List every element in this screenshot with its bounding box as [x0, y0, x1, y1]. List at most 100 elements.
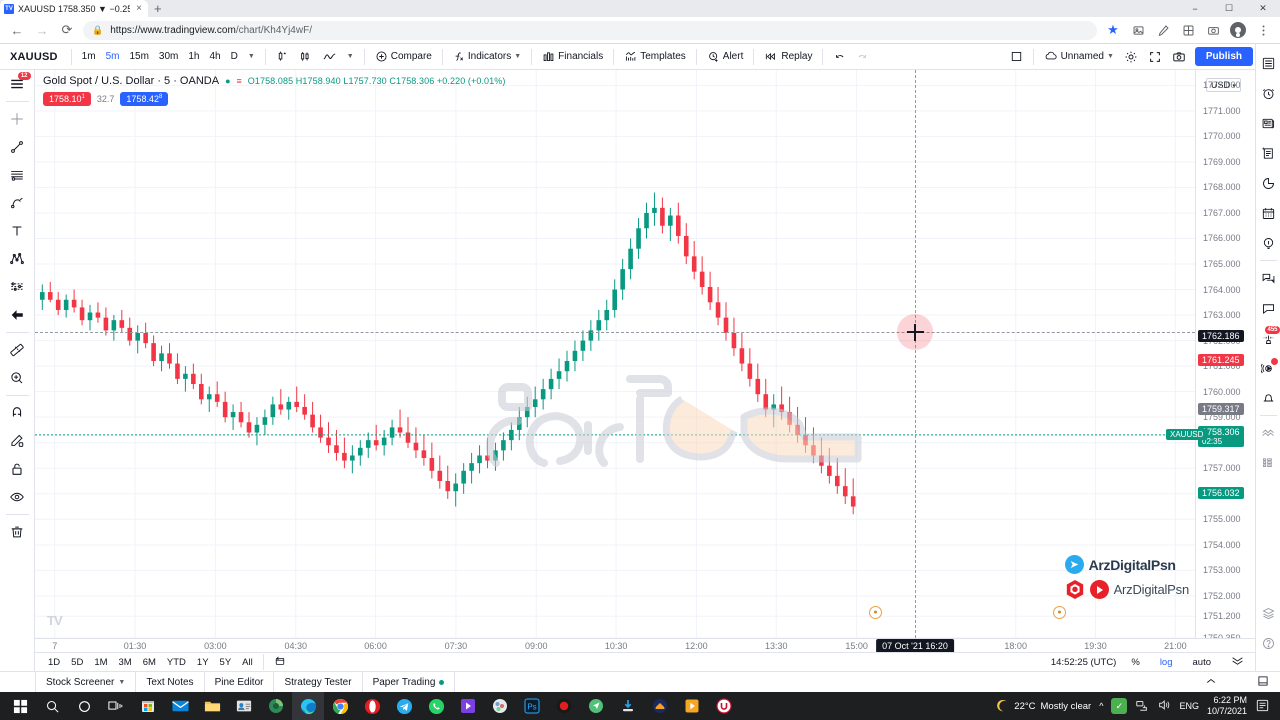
panel-tab-pine-editor[interactable]: Pine Editor	[205, 671, 275, 693]
symbol-search-button[interactable]: XAUUSD	[0, 51, 66, 63]
series-visibility-icon[interactable]: ●	[225, 76, 230, 86]
tray-chevron-up-icon[interactable]: ^	[1099, 701, 1103, 711]
layout-select-icon[interactable]	[1005, 47, 1028, 66]
public-chat-icon[interactable]	[1256, 293, 1280, 323]
text-icon[interactable]	[0, 217, 35, 245]
panel-expand-icon[interactable]	[1252, 673, 1274, 692]
chart-type-bars-icon[interactable]	[294, 47, 317, 66]
collections-icon[interactable]	[1129, 21, 1147, 39]
settings-gear-icon[interactable]	[1119, 47, 1143, 67]
edge-icon[interactable]	[292, 692, 324, 720]
file-explorer-icon[interactable]	[196, 692, 228, 720]
navigator-icon[interactable]	[580, 692, 612, 720]
range-button-ytd[interactable]: YTD	[162, 655, 191, 670]
stream-icon[interactable]	[1256, 353, 1280, 383]
player-icon[interactable]	[676, 692, 708, 720]
alerts-clock-icon[interactable]	[1256, 78, 1280, 108]
notification-icon[interactable]	[1255, 698, 1270, 715]
timeframe-30m[interactable]: 30m	[154, 49, 183, 64]
chart-type-dropdown-button[interactable]: ▼	[342, 50, 359, 63]
data-window-icon[interactable]	[1256, 138, 1280, 168]
pen-icon[interactable]	[1154, 21, 1172, 39]
redo-button[interactable]	[851, 48, 874, 66]
timeframe-1h[interactable]: 1h	[183, 49, 204, 64]
layers-icon[interactable]	[1256, 598, 1280, 628]
indicators-button[interactable]: Indicators ▼	[448, 47, 526, 66]
telegram-icon[interactable]	[388, 692, 420, 720]
price-tag-low[interactable]: 1756.032	[1198, 486, 1244, 499]
range-button-3m[interactable]: 3M	[114, 655, 137, 670]
symbol-description[interactable]: Gold Spot / U.S. Dollar · 5 · OANDA	[43, 75, 219, 87]
back-icon[interactable]: ←	[8, 21, 26, 39]
ideas-bulb-icon[interactable]	[1256, 228, 1280, 258]
time-axis[interactable]: 7 01:30 03:00 04:30 06:00 07:30 09:00 10:30 12:0…	[35, 638, 1255, 653]
range-button-1d[interactable]: 1D	[43, 655, 65, 670]
price-tag-high[interactable]: 1761.245	[1198, 353, 1244, 366]
panel-tab-paper-trading[interactable]: Paper Trading	[363, 671, 456, 693]
minimize-button[interactable]: −	[1178, 0, 1212, 17]
language-indicator[interactable]: ENG	[1179, 701, 1199, 711]
panel-collapse-icon[interactable]	[1200, 674, 1222, 691]
search-icon[interactable]	[36, 692, 68, 720]
percent-scale-button[interactable]: %	[1126, 655, 1144, 670]
bid-price-badge[interactable]: 1758.101	[43, 92, 91, 106]
crosshair-icon[interactable]	[0, 105, 35, 133]
screenshot-camera-icon[interactable]	[1167, 47, 1191, 67]
calendar-icon[interactable]	[1256, 198, 1280, 228]
compare-button[interactable]: Compare	[370, 47, 437, 66]
maximize-button[interactable]: ☐	[1212, 0, 1246, 17]
log-scale-button[interactable]: log	[1155, 655, 1178, 670]
new-tab-button[interactable]: +	[154, 1, 162, 16]
record-icon[interactable]	[548, 692, 580, 720]
scroll-to-realtime-icon[interactable]	[1226, 654, 1249, 671]
cursor-cross-icon[interactable]: 12	[0, 70, 35, 98]
timeframe-4h[interactable]: 4h	[205, 49, 226, 64]
panel-tab-strategy-tester[interactable]: Strategy Tester	[274, 671, 363, 693]
measure-ruler-icon[interactable]	[0, 336, 35, 364]
chart-type-candles-icon[interactable]	[271, 47, 294, 66]
pitchfork-icon[interactable]	[0, 189, 35, 217]
news-icon[interactable]	[1256, 108, 1280, 138]
help-icon[interactable]	[1256, 628, 1280, 658]
fullscreen-icon[interactable]	[1143, 47, 1167, 67]
arrow-left-icon[interactable]	[0, 301, 35, 329]
network-icon[interactable]	[1135, 698, 1149, 714]
whatsapp-icon[interactable]	[420, 692, 452, 720]
publish-button[interactable]: Publish	[1194, 47, 1253, 66]
address-bar[interactable]: 🔒 https://www.tradingview.com/chart/Kh4Y…	[83, 20, 1097, 40]
chart-canvas[interactable]: Gold Spot / U.S. Dollar · 5 · OANDA ● ≡ …	[35, 70, 1195, 638]
mail-icon[interactable]	[164, 692, 196, 720]
economic-event-marker[interactable]: ●	[869, 606, 882, 619]
timeframe-15m[interactable]: 15m	[124, 49, 153, 64]
broadcast-icon[interactable]: 455	[1256, 323, 1280, 353]
range-button-5d[interactable]: 5D	[66, 655, 88, 670]
ask-price-badge[interactable]: 1758.428	[120, 92, 169, 106]
trend-line-icon[interactable]	[0, 133, 35, 161]
range-button-1m[interactable]: 1M	[89, 655, 112, 670]
utorrent-icon[interactable]	[708, 692, 740, 720]
save-layout-button[interactable]: Unnamed ▼	[1039, 47, 1119, 66]
undo-button[interactable]	[828, 48, 851, 66]
timeframe-1m[interactable]: 1m	[77, 49, 101, 64]
session-clock[interactable]: 14:52:25 (UTC)	[1051, 657, 1116, 668]
date-range-icon[interactable]	[269, 653, 291, 672]
music-icon[interactable]	[484, 692, 516, 720]
lock-drawings-icon[interactable]	[0, 455, 35, 483]
auto-scale-button[interactable]: auto	[1188, 655, 1217, 670]
magnet-icon[interactable]	[0, 399, 35, 427]
notifications-bell-icon[interactable]	[1256, 383, 1280, 413]
chart-type-line-icon[interactable]	[317, 47, 342, 66]
apps-grid-icon[interactable]	[1256, 448, 1280, 478]
flags-icon[interactable]	[1256, 418, 1280, 448]
vpn-icon[interactable]	[644, 692, 676, 720]
zoom-in-icon[interactable]	[0, 364, 35, 392]
downloader-icon[interactable]	[612, 692, 644, 720]
range-button-6m[interactable]: 6M	[138, 655, 161, 670]
antivirus-icon[interactable]	[260, 692, 292, 720]
taskbar-clock[interactable]: 6:22 PM 10/7/2021	[1207, 695, 1247, 717]
store-icon[interactable]	[132, 692, 164, 720]
timeframe-dropdown-button[interactable]: ▼	[243, 50, 260, 63]
forecast-icon[interactable]	[0, 273, 35, 301]
price-axis[interactable]: USD ▾ 1772.000 1771.000 1770.000 1769.000 17…	[1166, 70, 1255, 643]
extensions-icon[interactable]	[1179, 21, 1197, 39]
